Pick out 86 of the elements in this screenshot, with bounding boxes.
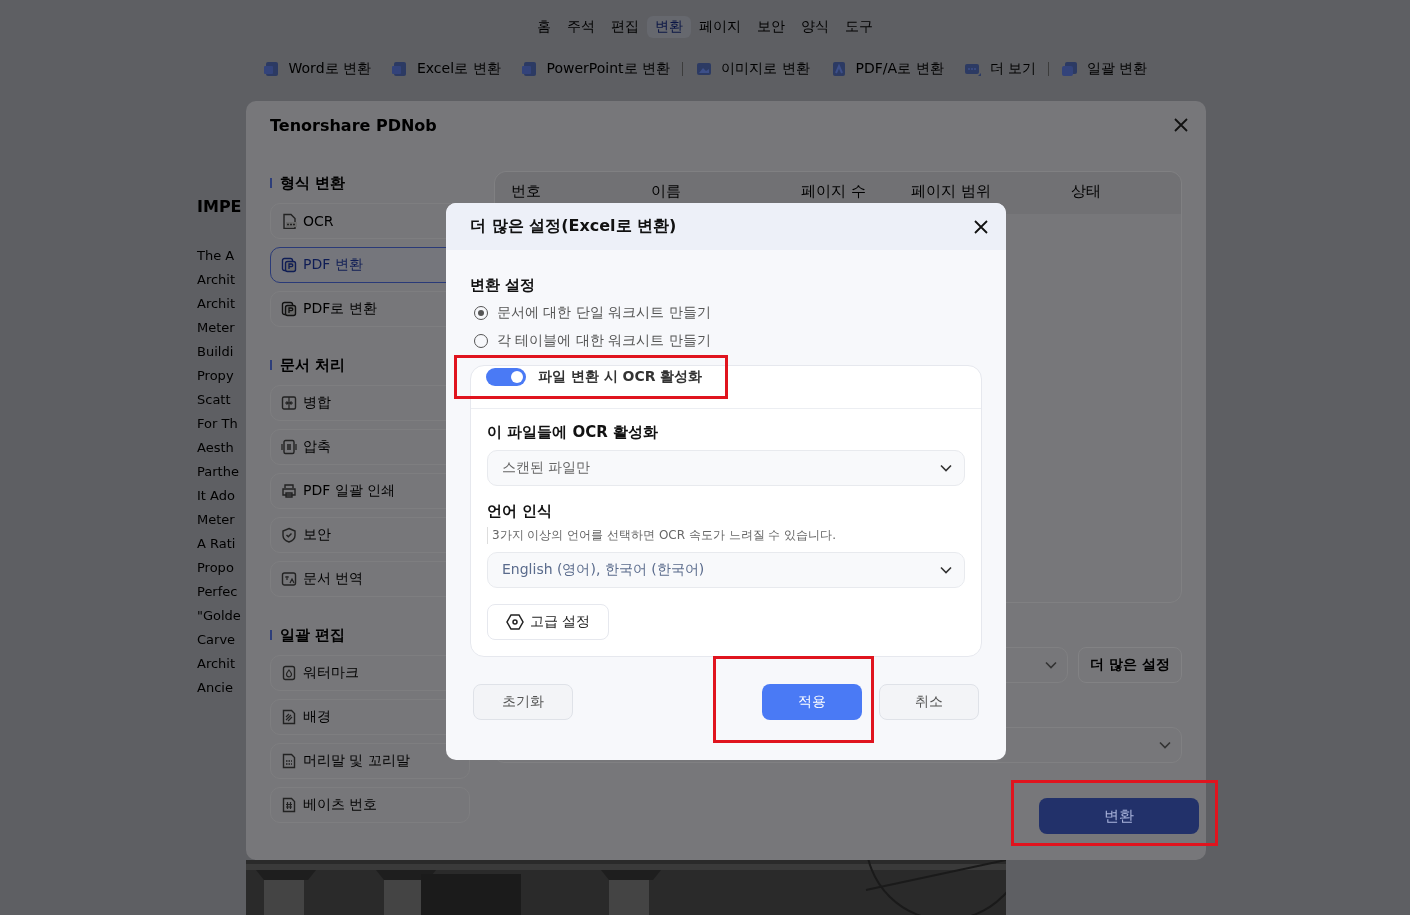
menu-tab[interactable]: 변환 — [647, 16, 691, 38]
radio-option[interactable]: 각 테이블에 대한 워크시트 만들기 — [470, 327, 982, 355]
dialog-title: 더 많은 설정(Excel로 변환) — [470, 216, 677, 237]
background-icon — [281, 709, 297, 725]
merge-icon — [281, 395, 297, 411]
hint-text: 3가지 이상의 언어를 선택하면 OCR 속도가 느려질 수 있습니다. — [487, 527, 965, 544]
compress-icon — [281, 439, 297, 455]
document-text: Aesth — [197, 439, 235, 457]
document-text: A Rati — [197, 535, 237, 553]
menu-tab[interactable]: 홈 — [529, 16, 559, 38]
menu-tab[interactable]: 양식 — [793, 16, 837, 38]
document-text: Ancie — [197, 679, 234, 697]
document-icon — [390, 60, 409, 78]
document-icon — [520, 60, 539, 78]
dropdown[interactable]: English (영어), 한국어 (한국어) — [487, 552, 965, 588]
more-settings-button[interactable]: 더 많은 설정 — [1078, 647, 1182, 683]
document-text: Archit — [197, 655, 237, 673]
ocr-document-icon — [281, 213, 297, 229]
field-label: 이 파일들에 OCR 활성화 — [487, 423, 659, 442]
window-title: Tenorshare PDNob — [270, 115, 437, 135]
column-header: 번호 — [511, 181, 542, 202]
radio-option[interactable]: 문서에 대한 단일 워크시트 만들기 — [470, 299, 982, 327]
toolbar-button[interactable]: Excel로 변환 — [390, 60, 501, 78]
toggle-switch[interactable] — [486, 368, 526, 386]
toolbar-button[interactable]: 일괄 변환 — [1061, 60, 1148, 78]
image-icon — [695, 60, 714, 78]
document-text: Propy — [197, 367, 235, 385]
hash-icon — [281, 797, 297, 813]
toolbar-button[interactable]: 이미지로 변환 — [695, 60, 810, 78]
dialog-button[interactable]: 취소 — [879, 684, 979, 720]
advanced-settings-button[interactable]: 고급 설정 — [487, 604, 610, 640]
column-header: 페이지 수 — [801, 181, 867, 202]
document-icon — [262, 60, 281, 78]
dialog-button[interactable]: 초기화 — [473, 684, 573, 720]
translate-icon — [281, 571, 297, 587]
menu-tab[interactable]: 주석 — [559, 16, 603, 38]
close-icon — [1174, 118, 1188, 132]
column-header: 이름 — [651, 181, 682, 202]
menu-tab[interactable]: 도구 — [837, 16, 881, 38]
document-text: Carve — [197, 631, 237, 649]
document-text: Scatt — [197, 391, 232, 409]
document-text: Perfec — [197, 583, 239, 601]
document-text: Archit — [197, 295, 237, 313]
field-label: 언어 인식 — [487, 502, 554, 521]
apply-button[interactable]: 적용 — [762, 684, 862, 720]
hexagon-icon — [506, 613, 524, 631]
chevron-down-icon — [940, 464, 952, 472]
toolbar-button[interactable]: Word로 변환 — [262, 60, 371, 78]
printer-icon — [281, 483, 297, 499]
toolbar-button[interactable]: 더 보기 — [963, 60, 1036, 78]
document-text: For Th — [197, 415, 239, 433]
column-header: 상태 — [1071, 181, 1102, 202]
toolbar-button[interactable]: PowerPoint로 변환 — [520, 60, 671, 78]
section-title: 변환 설정 — [470, 276, 537, 295]
document-text: Meter — [197, 511, 236, 529]
menu-tab[interactable]: 페이지 — [691, 16, 749, 38]
document-text: "Golde — [197, 607, 242, 625]
chevron-down-icon — [1159, 741, 1171, 749]
convert-button[interactable]: 변환 — [1039, 798, 1199, 834]
dropdown[interactable]: 스캔된 파일만 — [487, 450, 965, 486]
toggle-label: 파일 변환 시 OCR 활성화 — [538, 368, 703, 386]
water-drop-icon — [281, 665, 297, 681]
chevron-down-icon — [940, 566, 952, 574]
document-text: Buildi — [197, 343, 235, 361]
document-heading: IMPE — [197, 196, 243, 218]
menu-tab[interactable]: 편집 — [603, 16, 647, 38]
section-title: 형식 변환 — [280, 173, 346, 193]
nav-item[interactable]: 베이츠 번호 — [270, 787, 470, 823]
chevron-down-icon — [1045, 661, 1058, 669]
pdf-document-icon — [281, 257, 297, 273]
menu-tab[interactable]: 보안 — [749, 16, 793, 38]
close-icon — [974, 219, 988, 234]
document-text: Archit — [197, 271, 237, 289]
document-text: It Ado — [197, 487, 236, 505]
header-footer-icon — [281, 753, 297, 769]
section-title: 문서 처리 — [280, 355, 346, 375]
column-header: 페이지 범위 — [911, 181, 992, 202]
document-text: Meter — [197, 319, 236, 337]
shield-icon — [281, 527, 297, 543]
document-text: The A — [197, 247, 236, 265]
document-text: Propo — [197, 559, 235, 577]
section-title: 일괄 편집 — [280, 625, 346, 645]
documents-icon — [1061, 60, 1079, 78]
pdf-document-icon — [281, 301, 297, 317]
toolbar-button[interactable]: PDF/A로 변환 — [829, 60, 944, 78]
document-text: Parthe — [197, 463, 240, 481]
